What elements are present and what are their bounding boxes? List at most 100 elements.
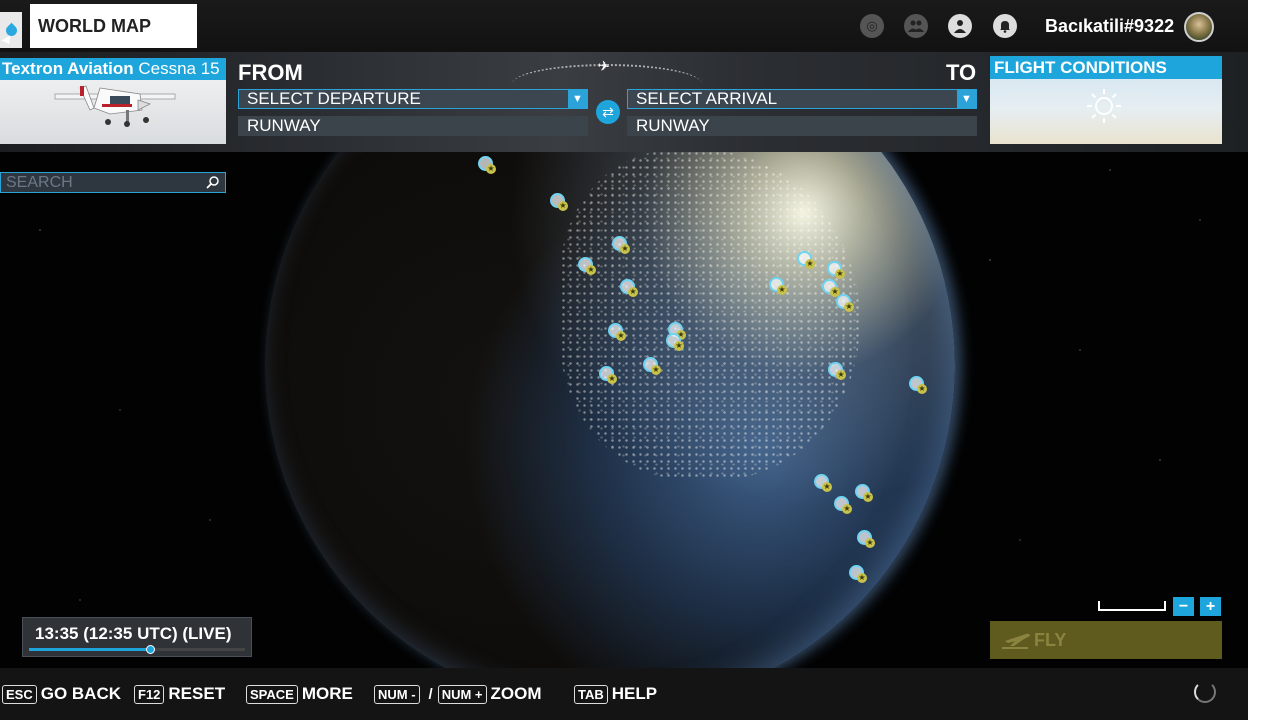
key-separator: / bbox=[428, 685, 433, 703]
page-title: WORLD MAP bbox=[30, 4, 197, 48]
help-hint[interactable]: TAB HELP bbox=[574, 684, 657, 704]
hint-label: GO BACK bbox=[40, 684, 122, 703]
swap-route-button[interactable]: ⇄ bbox=[596, 100, 620, 124]
star-icon: ★ bbox=[777, 285, 787, 295]
star-icon: ★ bbox=[486, 164, 496, 174]
star-icon: ★ bbox=[558, 201, 568, 211]
user-avatar[interactable] bbox=[1184, 12, 1214, 42]
aircraft-image bbox=[54, 85, 176, 127]
window-edge bbox=[1248, 0, 1280, 720]
loading-spinner-icon bbox=[1194, 681, 1216, 703]
key-cap: NUM - bbox=[374, 684, 420, 704]
chevron-down-icon: ▼ bbox=[568, 90, 587, 108]
go-back-hint[interactable]: ESC GO BACK bbox=[2, 684, 121, 704]
hint-label: ZOOM bbox=[490, 684, 542, 703]
departure-select-value: SELECT DEPARTURE bbox=[247, 89, 421, 108]
more-hint[interactable]: SPACE MORE bbox=[246, 684, 353, 704]
airport-search[interactable] bbox=[0, 172, 226, 193]
arrival-select-value: SELECT ARRIVAL bbox=[636, 89, 778, 108]
airport-marker[interactable]: ★ bbox=[620, 279, 638, 297]
star-icon: ★ bbox=[835, 269, 845, 279]
star-icon: ★ bbox=[628, 287, 638, 297]
star-icon: ★ bbox=[857, 573, 867, 583]
aircraft-manufacturer: Textron Aviation bbox=[2, 59, 134, 78]
departure-select[interactable]: SELECT DEPARTURE ▼ bbox=[238, 89, 588, 109]
airport-marker[interactable]: ★ bbox=[666, 333, 684, 351]
star-icon: ★ bbox=[616, 331, 626, 341]
airport-marker[interactable]: ★ bbox=[769, 277, 787, 295]
departure-runway-select[interactable]: RUNWAY bbox=[238, 116, 588, 136]
friends-icon[interactable] bbox=[904, 14, 928, 38]
chevron-down-icon: ▼ bbox=[957, 90, 976, 108]
star-icon: ★ bbox=[822, 482, 832, 492]
airport-marker[interactable]: ★ bbox=[550, 193, 568, 211]
star-icon: ★ bbox=[607, 374, 617, 384]
from-label: FROM bbox=[238, 60, 303, 85]
profile-icon[interactable] bbox=[948, 14, 972, 38]
airport-marker[interactable]: ★ bbox=[643, 357, 661, 375]
aircraft-name: Textron Aviation Cessna 15 bbox=[0, 58, 226, 80]
to-label: TO bbox=[946, 60, 977, 85]
airport-marker[interactable]: ★ bbox=[909, 376, 927, 394]
arrival-runway-select[interactable]: RUNWAY bbox=[627, 116, 977, 136]
star-icon: ★ bbox=[863, 492, 873, 502]
hint-label: RESET bbox=[168, 684, 226, 703]
airport-marker[interactable]: ★ bbox=[855, 484, 873, 502]
airport-marker[interactable]: ★ bbox=[857, 530, 875, 548]
airport-marker[interactable]: ★ bbox=[828, 362, 846, 380]
key-cap: NUM + bbox=[437, 684, 487, 704]
star-icon: ★ bbox=[842, 504, 852, 514]
star-icon: ★ bbox=[865, 538, 875, 548]
key-cap: F12 bbox=[134, 684, 165, 704]
zoom-in-button[interactable]: + bbox=[1200, 597, 1221, 616]
airport-marker[interactable]: ★ bbox=[836, 294, 854, 312]
time-slider[interactable] bbox=[29, 645, 245, 654]
airport-marker[interactable]: ★ bbox=[578, 257, 596, 275]
airport-marker[interactable]: ★ bbox=[849, 565, 867, 583]
star-icon: ★ bbox=[917, 384, 927, 394]
time-of-day-widget[interactable]: 13:35 (12:35 UTC) (LIVE) bbox=[22, 617, 252, 657]
key-cap: TAB bbox=[574, 684, 608, 704]
star-icon: ★ bbox=[836, 370, 846, 380]
reset-hint[interactable]: F12 RESET bbox=[134, 684, 225, 704]
airport-marker[interactable]: ★ bbox=[599, 366, 617, 384]
hint-label: HELP bbox=[611, 684, 658, 703]
search-icon[interactable] bbox=[206, 175, 220, 189]
airport-marker[interactable]: ★ bbox=[612, 236, 630, 254]
aircraft-selector[interactable]: Textron Aviation Cessna 15 bbox=[0, 58, 226, 144]
star-icon: ★ bbox=[620, 244, 630, 254]
star-icon: ★ bbox=[674, 341, 684, 351]
activity-icon[interactable]: ◎ bbox=[860, 14, 884, 38]
sun-icon bbox=[1087, 89, 1121, 123]
time-slider-fill bbox=[29, 648, 150, 651]
star-icon: ★ bbox=[844, 302, 854, 312]
aircraft-model: Cessna 15 bbox=[138, 59, 220, 78]
star-icon: ★ bbox=[651, 365, 661, 375]
airport-marker[interactable]: ★ bbox=[834, 496, 852, 514]
arrival-select[interactable]: SELECT ARRIVAL ▼ bbox=[627, 89, 977, 109]
key-cap: SPACE bbox=[246, 684, 298, 704]
airport-marker[interactable]: ★ bbox=[827, 261, 845, 279]
map-scale-bar bbox=[1098, 601, 1166, 611]
notifications-icon[interactable] bbox=[993, 14, 1017, 38]
airport-marker[interactable]: ★ bbox=[478, 156, 496, 174]
hint-label: MORE bbox=[301, 684, 353, 703]
key-cap: ESC bbox=[2, 684, 37, 704]
time-label: 13:35 (12:35 UTC) (LIVE) bbox=[35, 624, 232, 643]
airport-marker[interactable]: ★ bbox=[797, 251, 815, 269]
flight-conditions-panel[interactable]: FLIGHT CONDITIONS bbox=[990, 56, 1222, 144]
fly-label: FLY bbox=[1034, 630, 1067, 650]
flight-conditions-title: FLIGHT CONDITIONS bbox=[990, 56, 1222, 79]
search-input[interactable] bbox=[1, 173, 201, 192]
star-icon: ★ bbox=[586, 265, 596, 275]
zoom-hint[interactable]: NUM - / NUM + ZOOM bbox=[374, 684, 542, 704]
airport-marker[interactable]: ★ bbox=[608, 323, 626, 341]
username[interactable]: Bacıkatili#9322 bbox=[1045, 16, 1174, 37]
fly-button[interactable]: FLY bbox=[990, 621, 1222, 659]
airport-marker[interactable]: ★ bbox=[814, 474, 832, 492]
star-icon: ★ bbox=[805, 259, 815, 269]
takeoff-icon bbox=[1002, 633, 1030, 649]
time-slider-handle[interactable] bbox=[145, 645, 155, 654]
zoom-out-button[interactable]: − bbox=[1173, 597, 1194, 616]
flight-sim-logo-icon bbox=[3, 22, 19, 38]
